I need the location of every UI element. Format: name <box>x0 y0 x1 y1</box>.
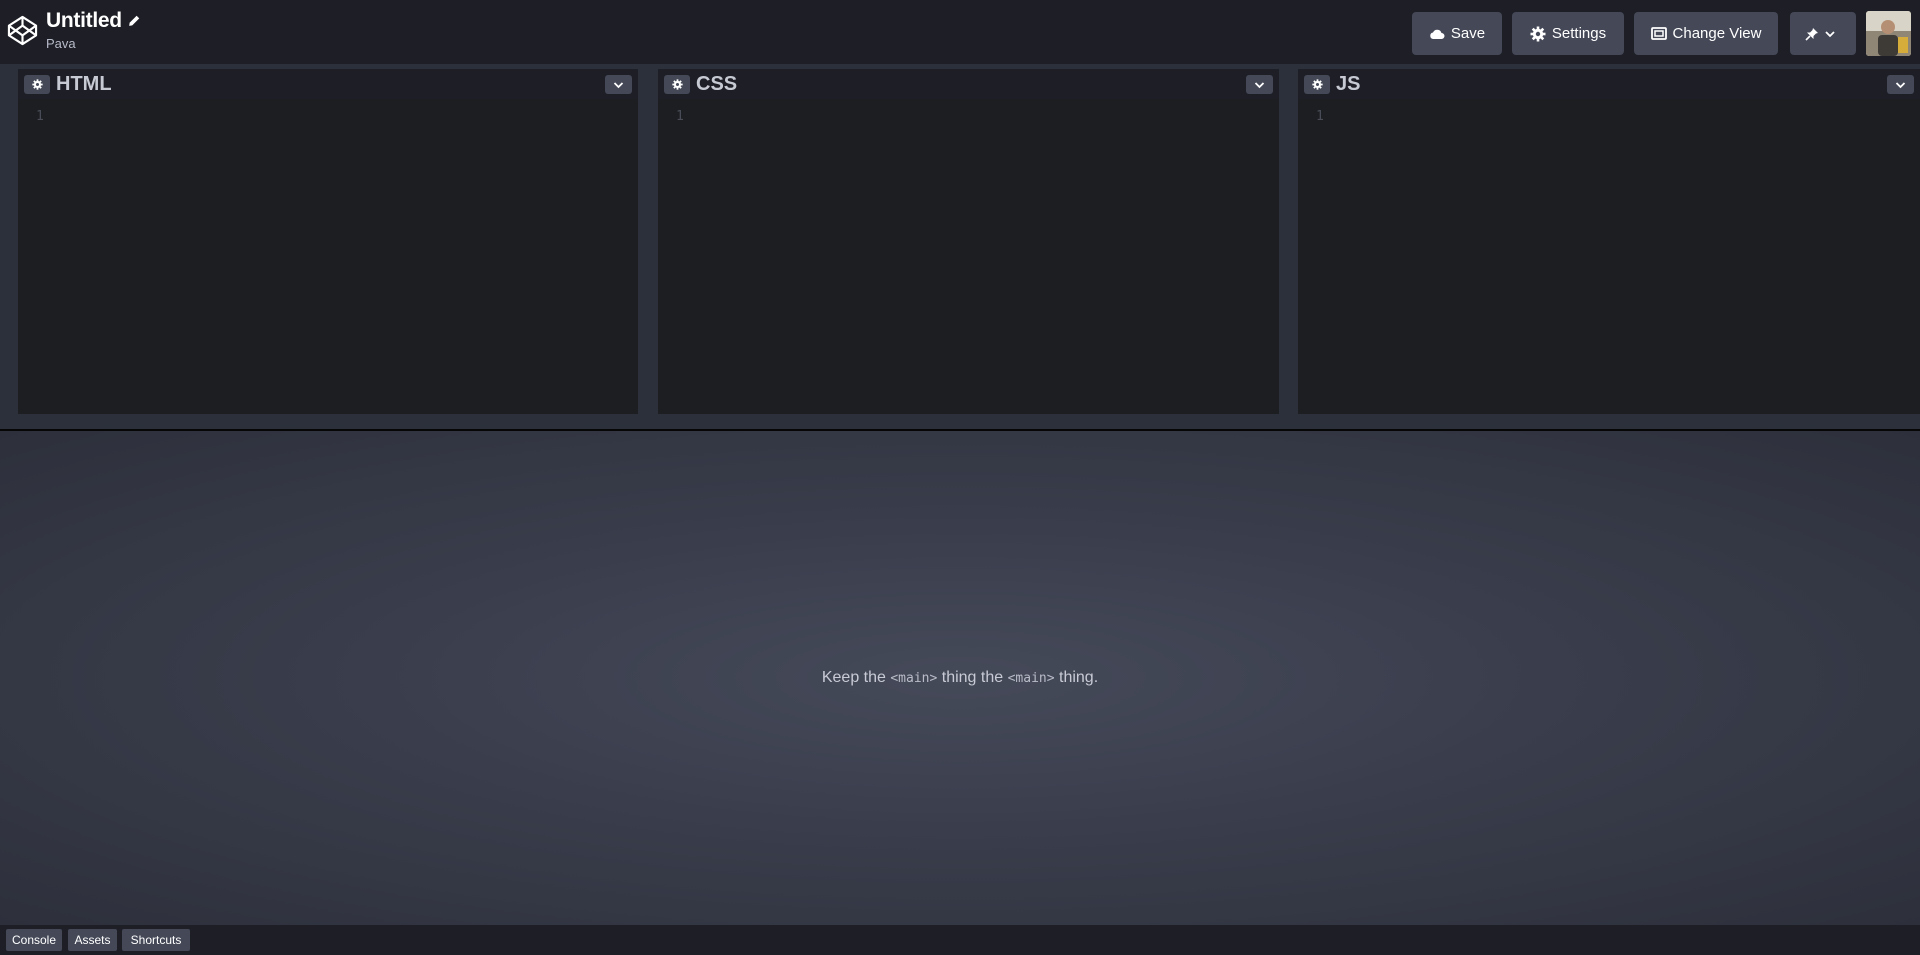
pin-menu-button[interactable] <box>1790 12 1856 55</box>
change-view-label: Change View <box>1672 25 1762 42</box>
bottom-toolbar: Console Assets Shortcuts <box>0 925 1920 955</box>
html-code-editor[interactable]: 1 <box>18 99 638 414</box>
js-settings-button[interactable] <box>1304 75 1330 94</box>
editor-header: HTML <box>18 69 638 99</box>
editor-header: JS <box>1298 69 1920 99</box>
cloud-icon <box>1430 29 1445 39</box>
console-button[interactable]: Console <box>6 929 62 951</box>
layout-view-icon <box>1650 27 1667 40</box>
save-button[interactable]: Save <box>1412 12 1502 55</box>
gear-icon <box>671 79 683 90</box>
editor-title: CSS <box>696 73 738 95</box>
user-avatar[interactable] <box>1866 11 1911 56</box>
chevron-down-icon <box>1895 81 1906 88</box>
css-code-editor[interactable]: 1 <box>658 99 1279 414</box>
css-collapse-button[interactable] <box>1246 75 1273 94</box>
result-preview[interactable]: Keep the <main> thing the <main> thing. <box>0 431 1920 925</box>
gear-icon <box>1530 26 1546 41</box>
line-number: 1 <box>36 109 44 124</box>
pen-title-area: Untitled Pava <box>46 9 141 51</box>
pen-author[interactable]: Pava <box>46 36 141 51</box>
html-editor-pane: HTML 1 <box>18 69 638 414</box>
preview-message: Keep the <main> thing the <main> thing. <box>0 669 1920 687</box>
js-collapse-button[interactable] <box>1887 75 1914 94</box>
preview-code-main: <main> <box>890 671 938 686</box>
chevron-down-icon <box>1825 30 1835 37</box>
codepen-logo-icon[interactable] <box>7 15 38 46</box>
chevron-down-icon <box>1254 81 1265 88</box>
gear-icon <box>1311 79 1323 90</box>
preview-text-before: Keep the <box>821 669 891 686</box>
preview-code-main-2: <main> <box>1007 671 1055 686</box>
line-number: 1 <box>676 109 684 124</box>
js-code-editor[interactable]: 1 <box>1298 99 1920 414</box>
gear-icon <box>31 79 43 90</box>
pin-icon <box>1805 27 1818 41</box>
css-editor-pane: CSS 1 <box>658 69 1279 414</box>
editor-resize-handle[interactable] <box>0 415 1920 431</box>
html-collapse-button[interactable] <box>605 75 632 94</box>
preview-text-after: thing. <box>1054 669 1099 686</box>
editor-title: JS <box>1336 73 1361 95</box>
top-header: Untitled Pava Save Settings Change View <box>0 0 1920 64</box>
pen-title[interactable]: Untitled <box>46 9 122 33</box>
editor-title: HTML <box>56 73 112 95</box>
chevron-down-icon <box>613 81 624 88</box>
settings-button[interactable]: Settings <box>1512 12 1624 55</box>
change-view-button[interactable]: Change View <box>1634 12 1778 55</box>
html-settings-button[interactable] <box>24 75 50 94</box>
js-editor-pane: JS 1 <box>1298 69 1920 414</box>
preview-text-middle: thing the <box>937 669 1008 686</box>
editors-panel: HTML 1 CSS 1 JS 1 <box>0 64 1920 415</box>
pencil-edit-icon[interactable] <box>127 14 141 28</box>
save-label: Save <box>1450 25 1486 42</box>
shortcuts-button[interactable]: Shortcuts <box>122 929 190 951</box>
editor-header: CSS <box>658 69 1279 99</box>
line-number: 1 <box>1316 109 1324 124</box>
settings-label: Settings <box>1551 25 1607 42</box>
css-settings-button[interactable] <box>664 75 690 94</box>
assets-button[interactable]: Assets <box>68 929 117 951</box>
